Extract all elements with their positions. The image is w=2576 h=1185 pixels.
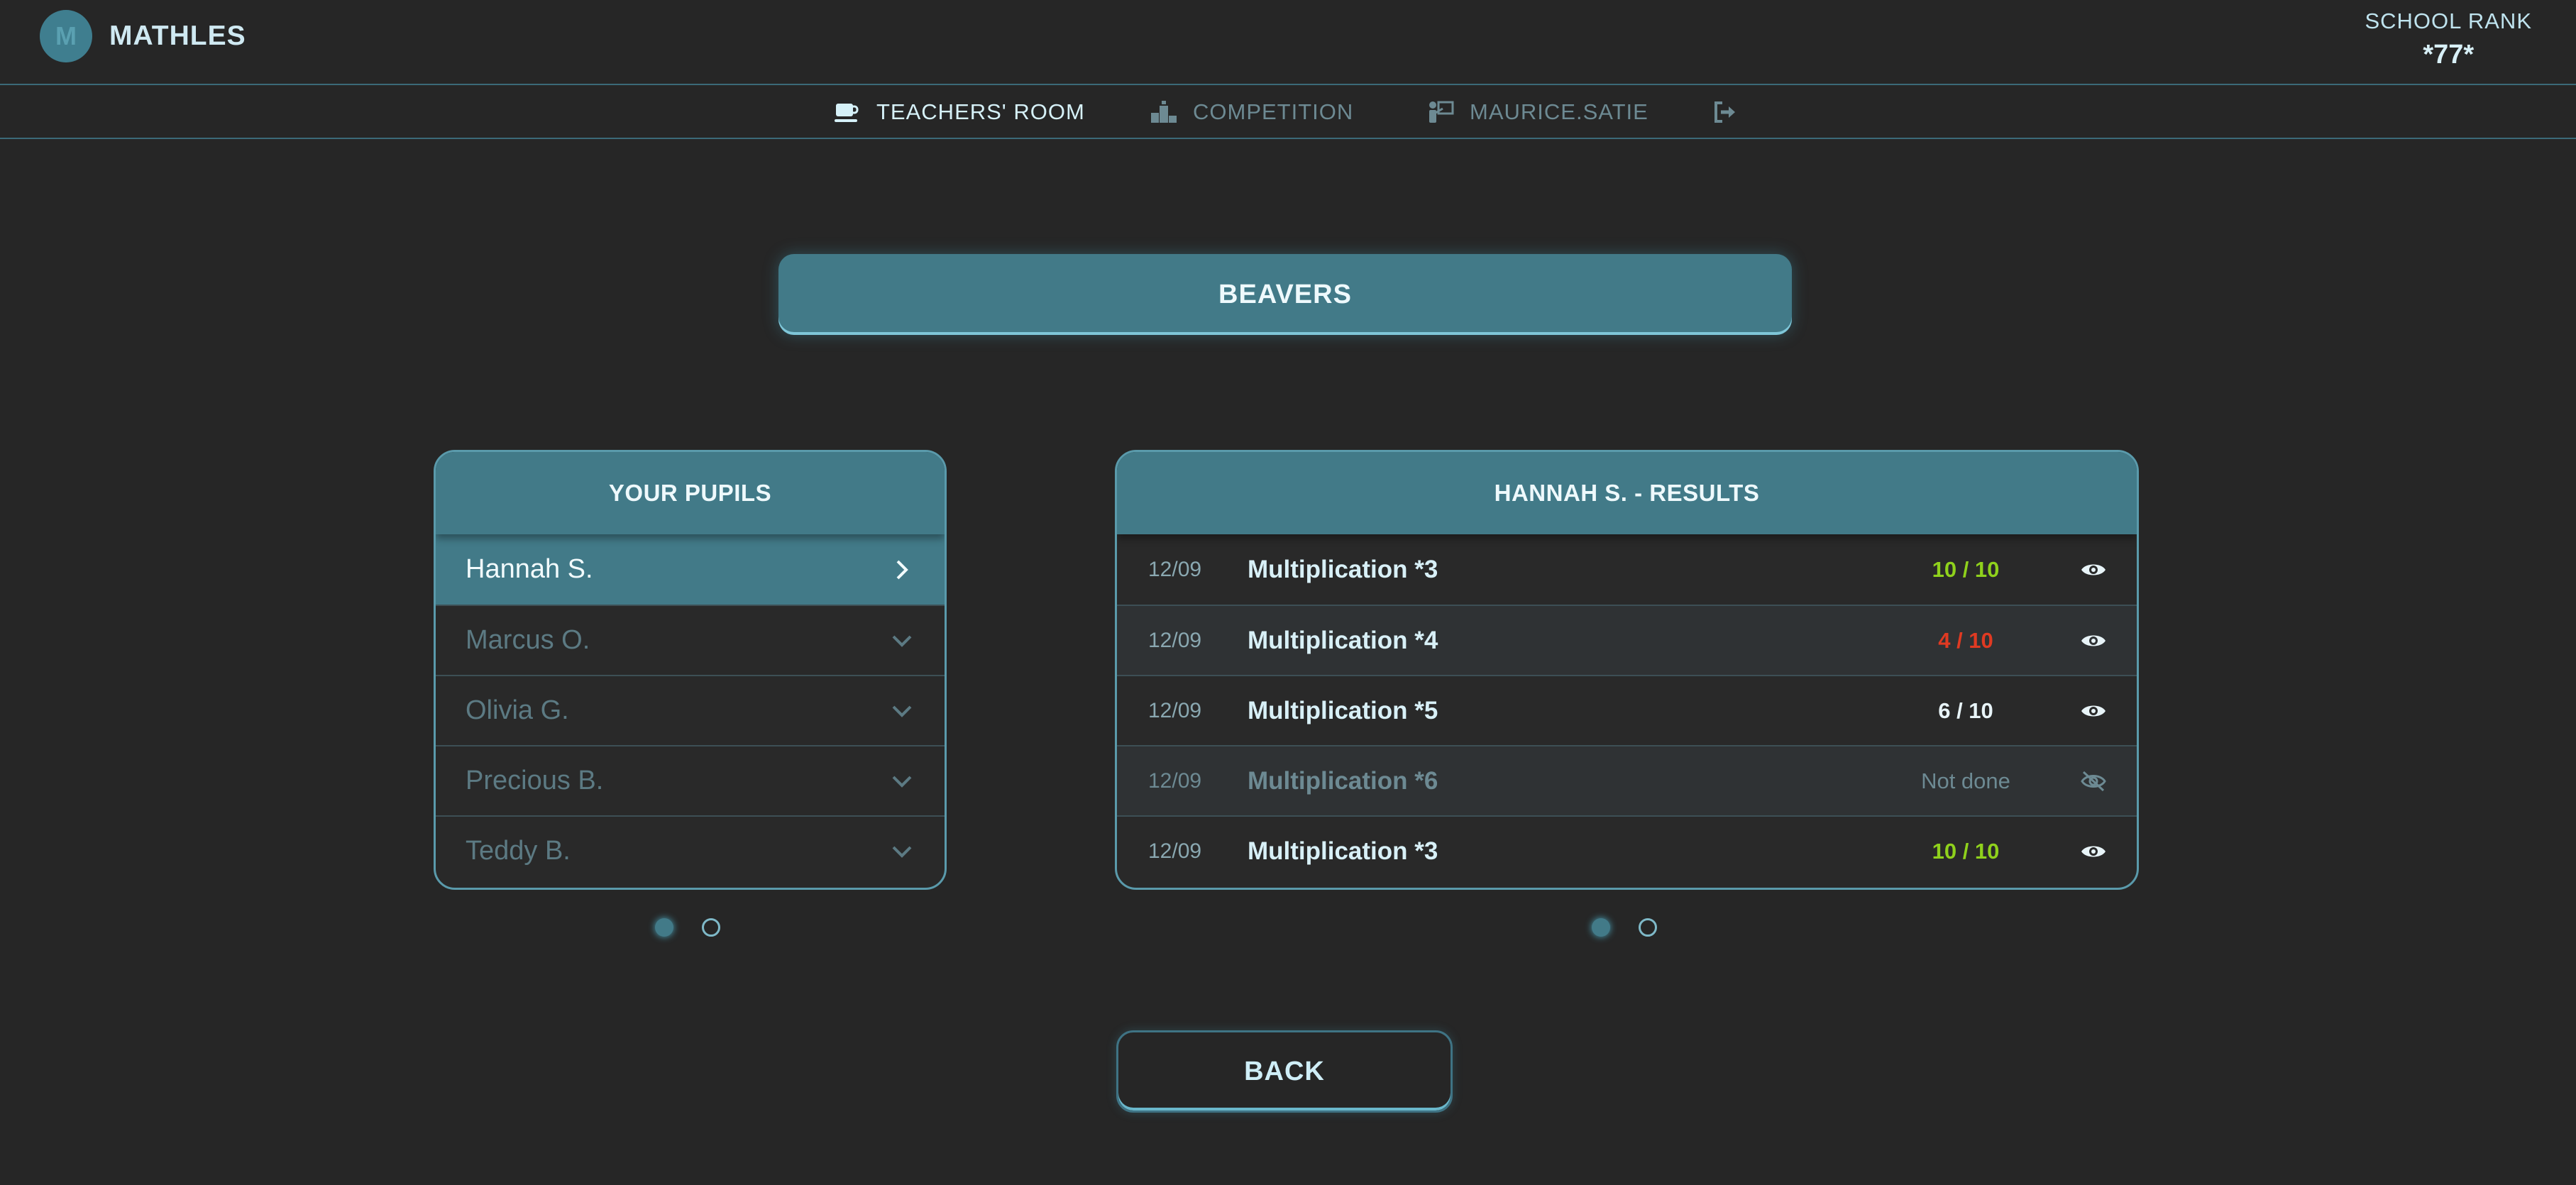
coffee-cup-icon <box>835 104 859 122</box>
results-list: 12/09 Multiplication *3 10 / 10 12/09 Mu… <box>1117 534 2137 886</box>
result-date: 12/09 <box>1148 768 1202 793</box>
result-row[interactable]: 12/09 Multiplication *6 Not done <box>1117 745 2137 815</box>
result-exercise: Multiplication *4 <box>1248 626 1438 654</box>
brand[interactable]: M MATHLES <box>40 10 246 62</box>
app-title: MATHLES <box>109 21 246 51</box>
results-panel: HANNAH S. - RESULTS 12/09 Multiplication… <box>1115 450 2139 890</box>
nav-profile-label: MAURICE.SATIE <box>1470 99 1648 124</box>
main-nav: TEACHERS' ROOM COMPETITION MAURICE.SATIE <box>0 85 2576 139</box>
results-panel-title: HANNAH S. - RESULTS <box>1117 452 2137 534</box>
pupils-panel: YOUR PUPILS Hannah S. Marcus O. Olivia G… <box>434 450 947 890</box>
back-button-label: BACK <box>1244 1056 1325 1086</box>
result-row[interactable]: 12/09 Multiplication *4 4 / 10 <box>1117 605 2137 675</box>
result-exercise: Multiplication *6 <box>1248 766 1438 795</box>
chevron-down-icon <box>892 846 912 858</box>
eye-slash-icon <box>2081 771 2106 791</box>
chevron-down-icon <box>892 635 912 647</box>
pupil-row[interactable]: Precious B. <box>436 745 945 815</box>
result-exercise: Multiplication *3 <box>1248 555 1438 583</box>
school-rank-value: *77* <box>2423 40 2475 70</box>
result-exercise: Multiplication *5 <box>1248 696 1438 724</box>
pupil-row[interactable]: Teddy B. <box>436 815 945 886</box>
back-button[interactable]: BACK <box>1116 1030 1453 1113</box>
nav-competition[interactable]: COMPETITION <box>1150 98 1353 126</box>
view-result-button[interactable] <box>2065 842 2122 861</box>
view-result-button[interactable] <box>2065 701 2122 721</box>
sign-out-icon <box>1714 101 1735 123</box>
result-row[interactable]: 12/09 Multiplication *3 10 / 10 <box>1117 815 2137 886</box>
result-date: 12/09 <box>1148 557 1202 581</box>
result-score: 6 / 10 <box>1938 698 1993 723</box>
logo-letter: M <box>55 21 77 50</box>
result-date: 12/09 <box>1148 628 1202 652</box>
pagination-dot[interactable] <box>1639 918 1657 937</box>
eye-icon <box>2081 705 2106 716</box>
page: M MATHLES SCHOOL RANK *77* TEACHERS' ROO… <box>0 0 2576 1185</box>
results-pagination <box>1592 918 1657 937</box>
logo-icon: M <box>40 10 92 62</box>
teacher-board-icon <box>1429 101 1454 123</box>
eye-icon <box>2081 846 2106 856</box>
result-row[interactable]: 12/09 Multiplication *3 10 / 10 <box>1117 534 2137 605</box>
pupil-name: Hannah S. <box>466 554 593 584</box>
pupil-row[interactable]: Hannah S. <box>436 534 945 605</box>
result-exercise: Multiplication *3 <box>1248 837 1438 865</box>
result-score: 10 / 10 <box>1932 838 2000 864</box>
nav-teachers-room-label: TEACHERS' ROOM <box>876 99 1085 124</box>
pupils-panel-title: YOUR PUPILS <box>436 452 945 534</box>
pagination-dot-active[interactable] <box>1592 918 1610 937</box>
podium-icon <box>1151 101 1177 123</box>
pupil-name: Olivia G. <box>466 695 569 725</box>
group-banner: BEAVERS <box>778 254 1792 335</box>
result-score: Not done <box>1921 768 2010 793</box>
school-rank-label: SCHOOL RANK <box>2365 9 2532 33</box>
result-date: 12/09 <box>1148 698 1202 722</box>
pupil-name: Precious B. <box>466 766 604 795</box>
pagination-dot-active[interactable] <box>655 918 673 937</box>
top-bar: M MATHLES SCHOOL RANK *77* <box>0 0 2576 85</box>
pupils-pagination <box>655 918 720 937</box>
result-score: 4 / 10 <box>1938 627 1993 653</box>
chevron-down-icon <box>892 776 912 788</box>
view-result-button[interactable] <box>2065 560 2122 580</box>
nav-sign-out[interactable] <box>1712 98 1755 126</box>
eye-icon <box>2081 635 2106 646</box>
nav-teachers-room[interactable]: TEACHERS' ROOM <box>834 98 1085 126</box>
nav-profile[interactable]: MAURICE.SATIE <box>1427 98 1648 126</box>
pupils-list: Hannah S. Marcus O. Olivia G. Precious B… <box>436 534 945 886</box>
pupil-name: Teddy B. <box>466 836 571 866</box>
chevron-right-icon <box>896 560 908 579</box>
nav-competition-label: COMPETITION <box>1193 99 1354 124</box>
hidden-result-indicator <box>2065 770 2122 793</box>
result-row[interactable]: 12/09 Multiplication *5 6 / 10 <box>1117 675 2137 745</box>
pupil-name: Marcus O. <box>466 625 590 655</box>
group-name: BEAVERS <box>1218 279 1352 309</box>
pupil-row[interactable]: Olivia G. <box>436 675 945 745</box>
chevron-down-icon <box>892 705 912 717</box>
pagination-dot[interactable] <box>702 918 720 937</box>
result-date: 12/09 <box>1148 839 1202 863</box>
result-score: 10 / 10 <box>1932 556 2000 582</box>
view-result-button[interactable] <box>2065 631 2122 651</box>
eye-icon <box>2081 564 2106 575</box>
pupil-row[interactable]: Marcus O. <box>436 605 945 675</box>
school-rank: SCHOOL RANK *77* <box>2365 9 2532 70</box>
